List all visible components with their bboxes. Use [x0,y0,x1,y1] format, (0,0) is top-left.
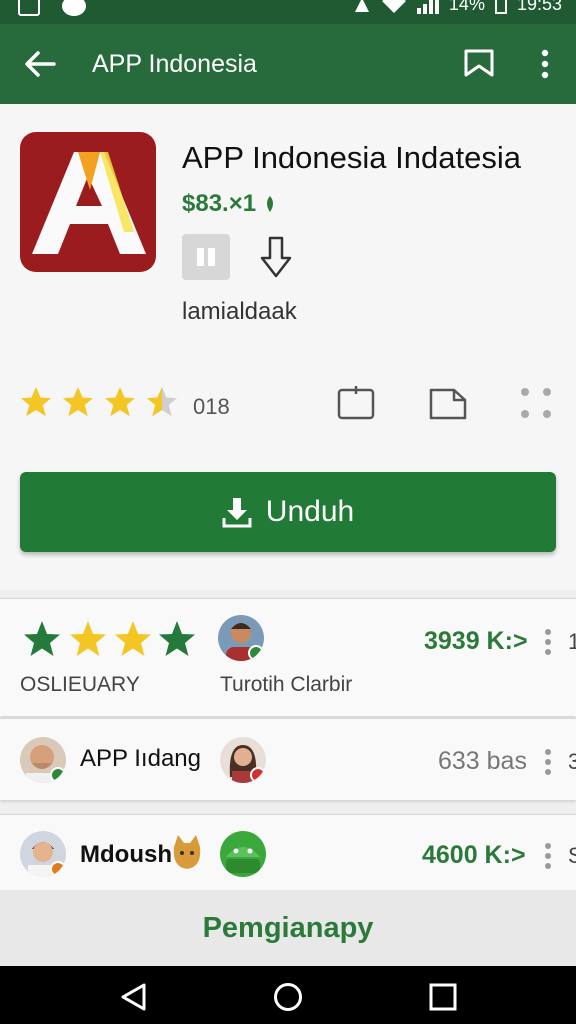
star-icon [105,387,135,417]
rating-count: 018 [193,394,230,419]
nav-recents-icon[interactable] [428,982,458,1012]
review-title: Mdoush [80,841,172,868]
badge-icon [250,767,266,783]
developer-name[interactable]: lamialdaak [182,298,297,326]
truncated-text: S [568,843,576,868]
notification-icon [18,0,40,16]
calendar-icon[interactable] [336,384,376,422]
bottom-action-label[interactable]: Pemgianapy [203,912,374,945]
more-options-icon[interactable] [532,46,558,82]
review-value: 3939 K:> [424,627,528,655]
clock: 19:53 [516,0,562,14]
battery-icon [494,0,507,14]
back-arrow-icon[interactable] [22,46,58,82]
truncated-text: 1 [568,629,576,654]
pause-icon[interactable] [182,234,230,280]
review-card[interactable]: Mdoush 4600 K:> S [0,814,576,890]
status-bar: 14% 19:53 [0,0,576,24]
nav-back-icon[interactable] [118,982,150,1012]
badge-icon [50,861,66,877]
folder-icon[interactable] [428,384,468,422]
signal-icon [354,0,369,12]
android-icon [220,831,266,877]
battery-percent: 14% [448,0,485,14]
review-value: 4600 K:> [422,841,526,869]
reviewer-name: Turotih Clarbir [220,673,353,696]
star-icon [21,387,51,417]
review-card[interactable]: OSLIEUARY Turotih Clarbir 3939 K:> 1 [0,598,576,716]
wifi-icon [381,0,406,13]
download-icon [222,498,252,528]
more-options-icon[interactable] [544,749,552,775]
review-value: 633 bas [438,747,527,775]
app-logo-icon [20,132,156,272]
system-nav-bar [0,966,576,1024]
more-options-icon[interactable] [544,629,552,655]
bottom-action-bar[interactable]: Pemgianapy [0,890,576,966]
verified-badge-icon [248,645,264,661]
download-arrow-icon[interactable] [256,234,296,282]
leaf-icon [267,196,274,212]
install-button[interactable]: Unduh [20,472,556,552]
rating-stars [24,621,195,656]
reviewer-avatar [220,737,266,783]
price-text: $83.×1 [182,190,257,217]
half-star-icon [147,387,177,417]
cell-signal-icon [416,0,439,14]
reviewer-avatar [20,831,66,877]
more-options-icon[interactable] [544,843,552,869]
verified-badge-icon [50,767,66,783]
star-icon [63,387,93,417]
app-bar: APP Indonesia [0,24,576,104]
grid-icon[interactable] [516,384,556,422]
notification-icon [62,0,86,16]
app-name: APP Indonesia Indatesia [182,140,521,175]
review-title: APP Iıdang [80,745,201,772]
install-label: Unduh [265,495,355,528]
app-price: $83.×1 [182,190,276,218]
truncated-text: 3 [568,749,576,774]
review-title: OSLIEUARY [20,673,140,696]
nav-home-icon[interactable] [272,982,304,1012]
bookmark-icon[interactable] [462,46,496,80]
app-bar-title: APP Indonesia [92,50,257,78]
rating-stars [18,384,180,420]
app-header: APP Indonesia Indatesia $83.×1 lamialdaa… [0,104,576,590]
review-card[interactable]: APP Iıdang 633 bas 3 [0,718,576,800]
reviewer-avatar [20,737,66,783]
cat-emoji-icon [173,835,201,869]
reviewer-avatar [218,615,264,661]
